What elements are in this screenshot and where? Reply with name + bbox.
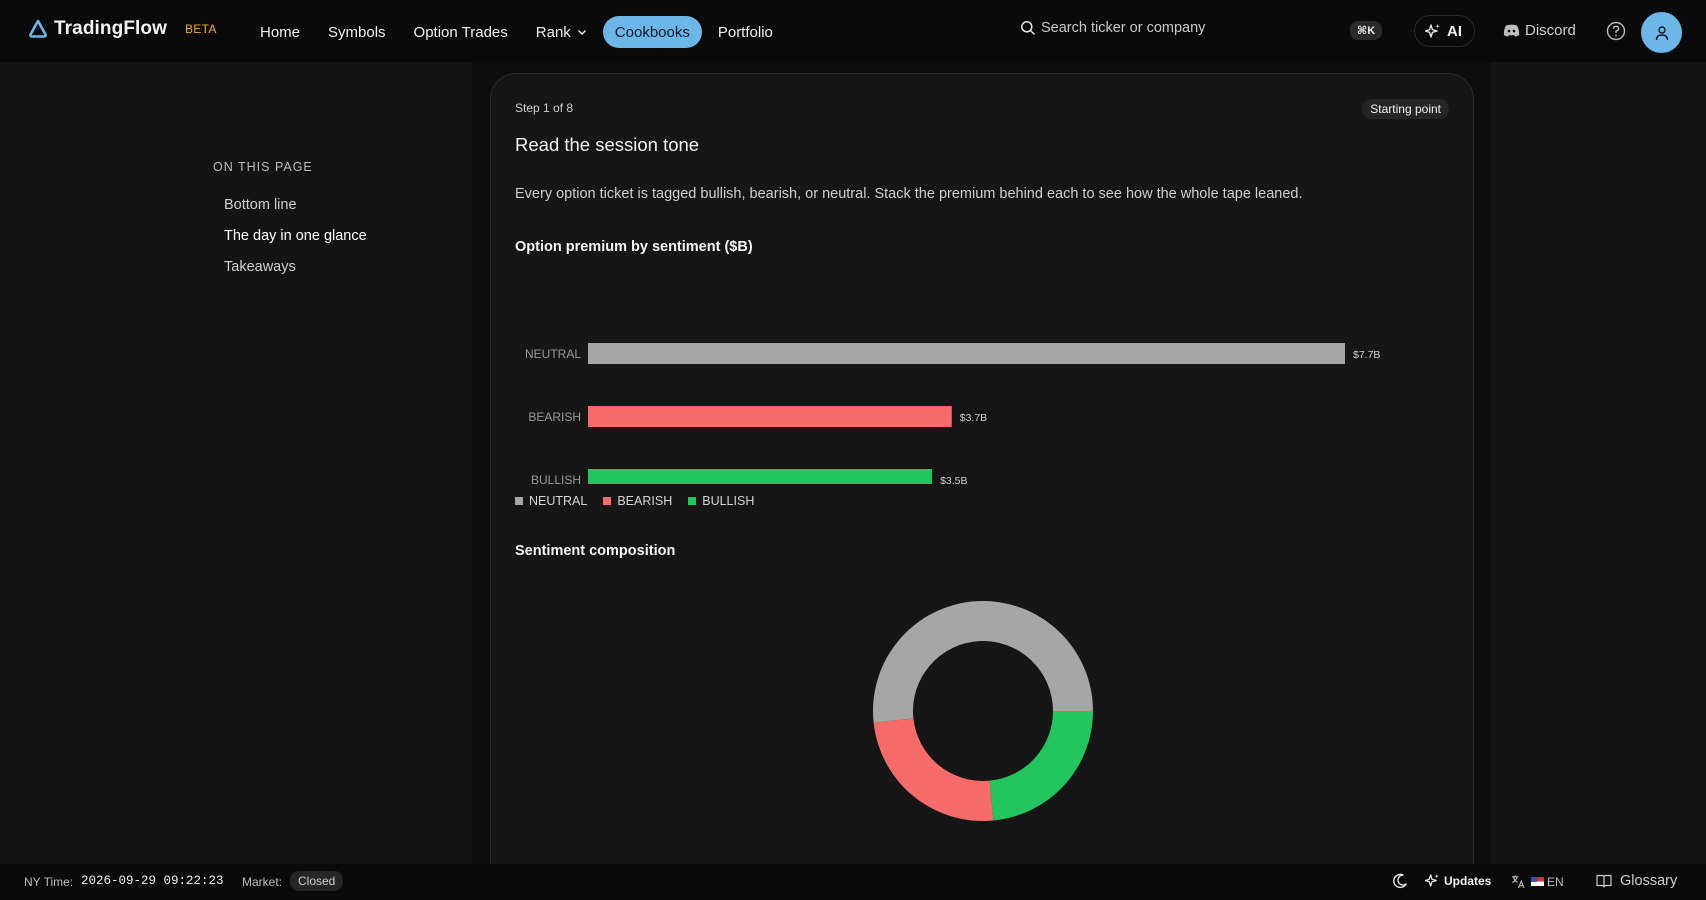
language-selector[interactable]: EN — [1511, 874, 1564, 889]
logo-icon — [29, 19, 47, 38]
step-title: Read the session tone — [515, 134, 700, 155]
discord-label: Discord — [1525, 22, 1576, 39]
ai-label: AI — [1447, 22, 1462, 40]
us-flag-icon — [1531, 877, 1544, 886]
market-status-badge: Closed — [290, 871, 344, 891]
chevron-down-icon — [577, 30, 586, 35]
legend-item-bullish[interactable]: BULLISH — [688, 494, 754, 508]
nav-home[interactable]: Home — [248, 16, 312, 48]
nav-option-trades[interactable]: Option Trades — [402, 16, 520, 48]
premium-bar-chart: NEUTRAL $7.7B BEARISH $3.7B BULLISH $3.5B — [525, 343, 1380, 484]
bar-category-label: BEARISH — [528, 410, 581, 424]
nav-portfolio[interactable]: Portfolio — [706, 16, 785, 48]
updates-label: Updates — [1444, 873, 1492, 888]
ny-time-value: 2026-09-29 09:22:23 — [81, 874, 224, 888]
table-of-contents: ON THIS PAGE Bottom line The day in one … — [213, 160, 367, 289]
beta-badge: BETA — [185, 22, 217, 36]
brand[interactable]: TradingFlow BETA — [28, 18, 217, 40]
bar-bullish[interactable] — [588, 469, 933, 484]
search-icon — [1021, 21, 1036, 36]
language-label: EN — [1547, 874, 1564, 889]
brand-name: TradingFlow — [54, 18, 167, 39]
sentiment-donut-chart — [873, 601, 1093, 821]
user-avatar[interactable] — [1641, 12, 1682, 53]
cookbook-step-card: Step 1 of 8 Starting point Read the sess… — [490, 73, 1474, 900]
chart-legend: NEUTRAL BEARISH BULLISH — [515, 494, 770, 508]
bar-category-label: BULLISH — [531, 473, 581, 484]
sparkle-icon — [1425, 24, 1440, 38]
nav-cookbooks[interactable]: Cookbooks — [602, 16, 702, 48]
legend-label: BEARISH — [617, 494, 673, 508]
nav-rank-label: Rank — [535, 23, 571, 41]
search-bar[interactable] — [1020, 20, 1390, 36]
legend-item-bearish[interactable]: BEARISH — [603, 494, 672, 508]
status-footer: NY Time: 2026-09-29 09:22:23 Market: Clo… — [0, 864, 1706, 900]
toc-heading: ON THIS PAGE — [213, 160, 313, 174]
help-icon[interactable] — [1606, 21, 1626, 41]
legend-swatch — [603, 497, 612, 505]
toc-item-bottom-line[interactable]: Bottom line — [224, 196, 367, 227]
legend-swatch — [688, 497, 697, 505]
translate-icon — [1511, 875, 1525, 889]
status-badge: Starting point — [1362, 99, 1449, 119]
market-label: Market: — [242, 875, 283, 889]
step-description: Every option ticket is tagged bullish, b… — [515, 186, 1303, 202]
user-icon — [1655, 25, 1668, 40]
right-panel — [1490, 62, 1706, 864]
bar-chart-title: Option premium by sentiment ($B) — [515, 239, 753, 255]
updates-button[interactable]: Updates — [1425, 873, 1491, 888]
ai-button[interactable]: AI — [1414, 15, 1475, 47]
legend-item-neutral[interactable]: NEUTRAL — [515, 494, 587, 508]
bar-bearish[interactable] — [588, 406, 952, 427]
bar-neutral[interactable] — [588, 343, 1345, 364]
donut-slice-bullish[interactable] — [989, 711, 1093, 821]
bar-value-label: $7.7B — [1353, 349, 1380, 361]
bar-category-label: NEUTRAL — [525, 347, 581, 361]
donut-slice-bearish[interactable] — [873, 718, 994, 821]
search-shortcut: ⌘K — [1350, 21, 1383, 40]
glossary-link[interactable]: Glossary — [1596, 873, 1677, 889]
main-nav: Home Symbols Option Trades Rank Cookbook… — [248, 16, 789, 48]
bar-value-label: $3.7B — [960, 412, 987, 424]
ny-time-label: NY Time: — [24, 875, 74, 889]
book-icon — [1596, 874, 1612, 888]
discord-link[interactable]: Discord — [1503, 22, 1576, 39]
nav-rank[interactable]: Rank — [524, 16, 599, 48]
legend-swatch — [515, 497, 523, 505]
bar-value-label: $3.5B — [940, 475, 967, 484]
step-indicator: Step 1 of 8 — [515, 101, 574, 115]
nav-symbols[interactable]: Symbols — [316, 16, 398, 48]
legend-label: NEUTRAL — [529, 494, 588, 508]
donut-chart-title: Sentiment composition — [515, 543, 676, 559]
discord-icon — [1503, 24, 1520, 37]
moon-icon[interactable] — [1392, 873, 1408, 889]
legend-label: BULLISH — [702, 494, 755, 508]
donut-slice-neutral[interactable] — [873, 601, 1093, 723]
top-navigation: TradingFlow BETA Home Symbols Option Tra… — [0, 0, 1706, 62]
toc-item-day-glance[interactable]: The day in one glance — [224, 227, 367, 258]
glossary-label: Glossary — [1620, 873, 1678, 889]
toc-item-takeaways[interactable]: Takeaways — [224, 258, 367, 289]
search-input[interactable] — [1041, 20, 1341, 36]
sparkle-icon — [1425, 873, 1439, 887]
